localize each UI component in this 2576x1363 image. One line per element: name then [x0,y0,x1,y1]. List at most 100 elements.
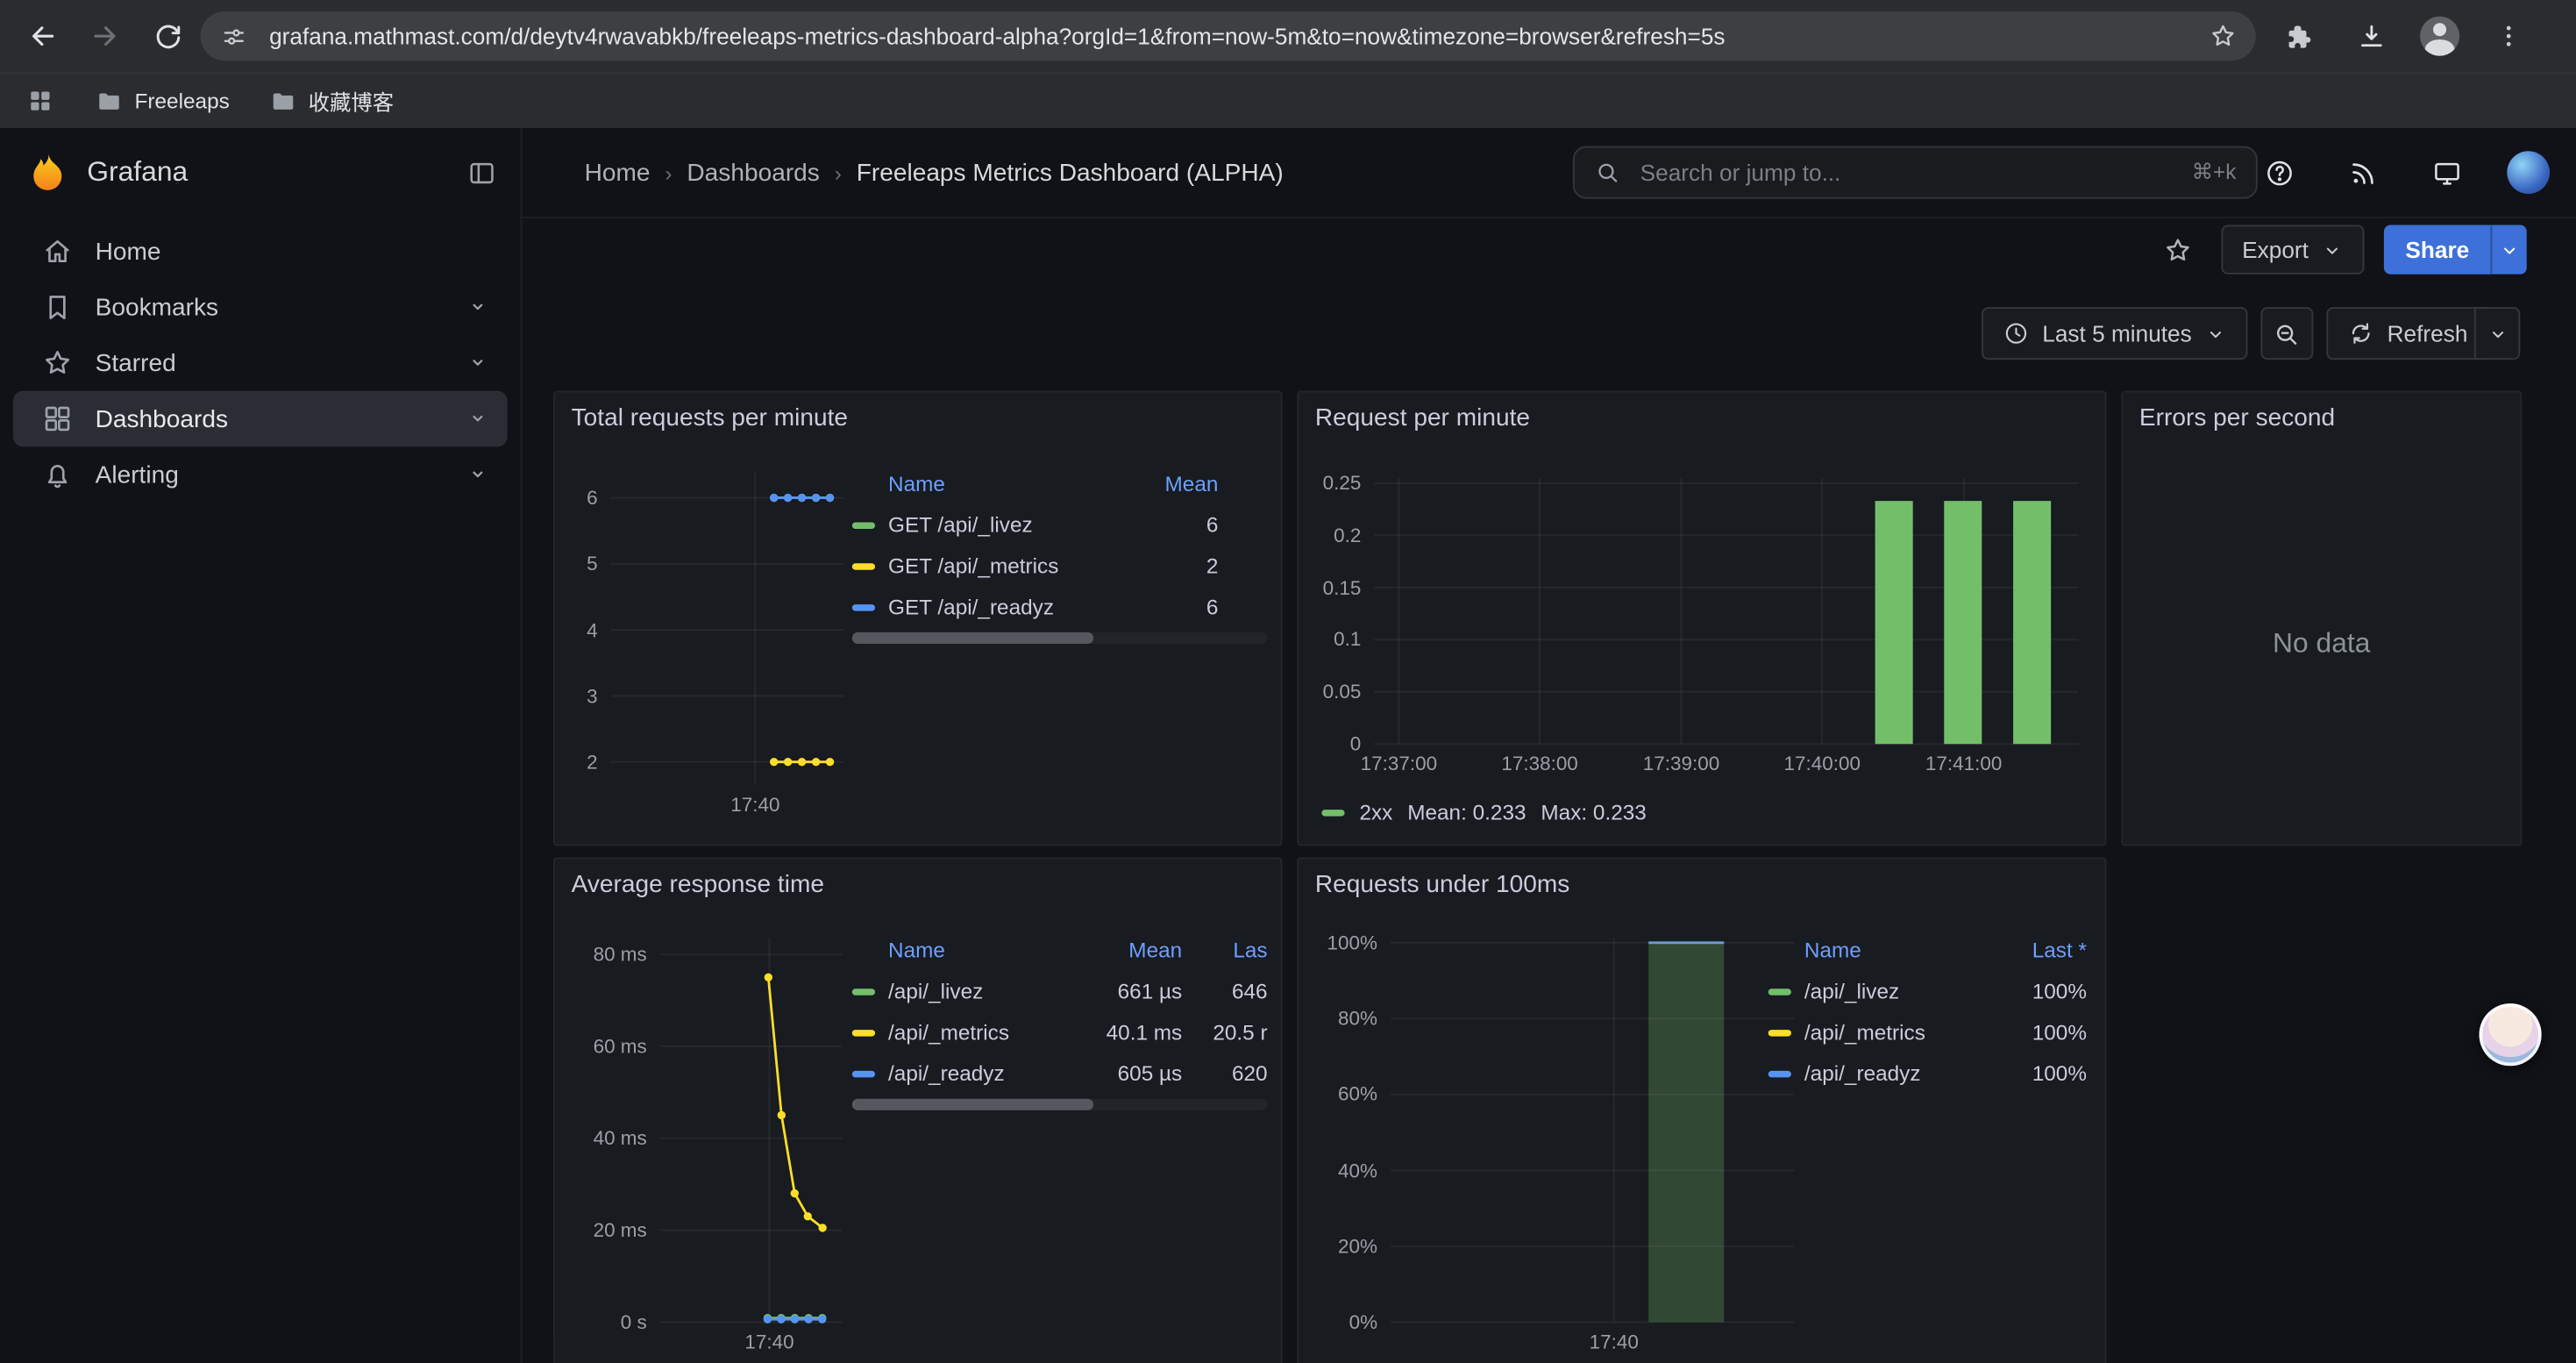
breadcrumb-current: Freeleaps Metrics Dashboard (ALPHA) [857,159,1284,187]
apps-grid-icon[interactable] [23,78,55,124]
panel-title[interactable]: Average response time [572,870,824,898]
breadcrumb-dashboards[interactable]: Dashboards [687,159,819,187]
timeseries-chart[interactable]: 6543217:40 [568,458,850,827]
search-input[interactable] [1637,158,2182,188]
bar-chart[interactable]: 0.250.20.150.10.05017:37:0017:38:0017:39… [1312,461,2095,783]
sidebar-item-label: Home [96,238,161,266]
sidebar-item-alerting[interactable]: Alerting [13,446,508,503]
series-last: 646 [1182,979,1267,1003]
download-icon[interactable] [2348,13,2394,59]
series-color-dash [852,562,875,568]
panel-title[interactable]: Total requests per minute [572,404,848,432]
panel-title[interactable]: Errors per second [2139,404,2335,432]
floating-assistant-avatar[interactable] [2480,1003,2542,1066]
help-icon[interactable] [2256,149,2302,195]
legend-header-mean[interactable]: Mean [1087,937,1183,961]
y-axis-tick-label: 80 ms [594,943,647,966]
browser-profile-avatar[interactable] [2420,17,2459,56]
y-axis-tick-label: 0.05 [1323,681,1362,703]
series-last: 100% [1989,1020,2087,1045]
series-name[interactable]: GET /api/_livez [888,512,1136,537]
chevron-down-icon[interactable] [465,406,491,432]
bookmark-label: 收藏博客 [309,85,394,117]
legend-header-name[interactable]: Name [888,937,1087,961]
timeseries-chart[interactable]: 80 ms60 ms40 ms20 ms0 s17:40 [568,924,850,1363]
chevron-down-icon[interactable] [465,294,491,320]
legend-header-name[interactable]: Name [1804,937,1989,961]
zoom-out-button[interactable] [2260,307,2313,360]
url-text[interactable]: grafana.mathmast.com/d/deytv4rwavabkb/fr… [269,23,2200,49]
series-color-dash [1321,809,1344,815]
sidebar-item-home[interactable]: Home [13,224,508,280]
folder-icon [96,87,124,115]
legend-row: /api/_readyz 100% [1768,1053,2087,1094]
url-bar[interactable]: grafana.mathmast.com/d/deytv4rwavabkb/fr… [200,11,2255,61]
share-dropdown-button[interactable] [2491,225,2527,275]
breadcrumb-separator: › [835,161,842,185]
series-mean: 6 [1136,595,1219,619]
series-name[interactable]: 2xx [1359,800,1392,824]
legend-header-mean[interactable]: Mean [1136,470,1219,495]
time-range-picker[interactable]: Last 5 minutes [1982,307,2247,360]
series-name[interactable]: GET /api/_readyz [888,595,1136,619]
back-icon[interactable] [19,13,65,59]
time-controls: Last 5 minutes Refresh [522,305,2576,361]
series-name[interactable]: /api/_readyz [888,1061,1087,1086]
chevron-down-icon[interactable] [465,350,491,376]
grafana-logo[interactable] [26,151,69,194]
series-color-dash [852,988,875,994]
monitor-icon[interactable] [2423,149,2469,195]
series-color-dash [852,1070,875,1076]
bar-chart[interactable]: 100%80%60%40%20%0%17:40 [1312,924,1804,1363]
series-name[interactable]: GET /api/_metrics [888,553,1136,578]
y-axis-tick-label: 0.15 [1323,576,1362,599]
series-name[interactable]: /api/_readyz [1804,1061,1989,1086]
x-axis-tick-label: 17:40 [1590,1331,1639,1353]
search-bar[interactable]: ⌘+k [1573,146,2258,199]
breadcrumb-home[interactable]: Home [585,159,651,187]
favorite-star-icon[interactable] [2155,226,2201,272]
extensions-icon[interactable] [2275,13,2321,59]
chevron-down-icon[interactable] [465,461,491,488]
panel-legend: Name Last * /api/_livez 100% /api/_metri… [1768,928,2087,1115]
bookmark-star-icon[interactable] [2200,13,2245,59]
series-name[interactable]: /api/_metrics [1804,1020,1989,1045]
zoom-out-icon [2273,319,2301,347]
series-name[interactable]: /api/_metrics [888,1020,1087,1045]
share-button[interactable]: Share [2384,225,2491,275]
refresh-label: Refresh [2387,320,2468,346]
news-rss-icon[interactable] [2339,149,2385,195]
series-name[interactable]: /api/_livez [1804,979,1989,1003]
y-axis-tick-label: 60 ms [594,1035,647,1058]
legend-row: /api/_readyz 605 µs 620 [852,1053,1268,1094]
series-last: 620 [1182,1061,1267,1086]
series-mean: 605 µs [1087,1061,1183,1086]
legend-header-name[interactable]: Name [888,470,1136,495]
breadcrumb-separator: › [665,161,672,185]
scrollbar-thumb[interactable] [852,1099,1093,1110]
y-axis-tick-label: 80% [1338,1007,1377,1030]
legend-header-last[interactable]: Last * [1989,937,2087,961]
panel-title[interactable]: Requests under 100ms [1315,870,1569,898]
y-axis-tick-label: 4 [587,618,598,641]
series-name[interactable]: /api/_livez [888,979,1087,1003]
site-info-icon[interactable] [210,13,256,59]
user-avatar[interactable] [2507,151,2550,194]
refresh-interval-dropdown[interactable] [2474,307,2520,360]
sidebar-item-dashboards[interactable]: Dashboards [13,391,508,447]
reload-icon[interactable] [145,13,190,59]
bookmark-folder-freeleaps[interactable]: Freeleaps [96,87,230,115]
dock-sidebar-icon[interactable] [466,157,498,189]
x-axis-tick-label: 17:40:00 [1783,753,1860,775]
forward-icon[interactable] [82,13,128,59]
panel-title[interactable]: Request per minute [1315,404,1530,432]
sidebar-item-starred[interactable]: Starred [13,335,508,391]
scrollbar-thumb[interactable] [852,632,1093,644]
sidebar-item-bookmarks[interactable]: Bookmarks [13,279,508,335]
refresh-button[interactable]: Refresh [2326,307,2488,360]
sidebar: Grafana Home Bookmarks Starred [0,128,522,1363]
browser-menu-icon[interactable] [2486,13,2531,59]
export-button[interactable]: Export [2221,225,2365,275]
bookmark-folder-blogs[interactable]: 收藏博客 [269,85,394,117]
legend-header-last[interactable]: Las [1182,937,1267,961]
